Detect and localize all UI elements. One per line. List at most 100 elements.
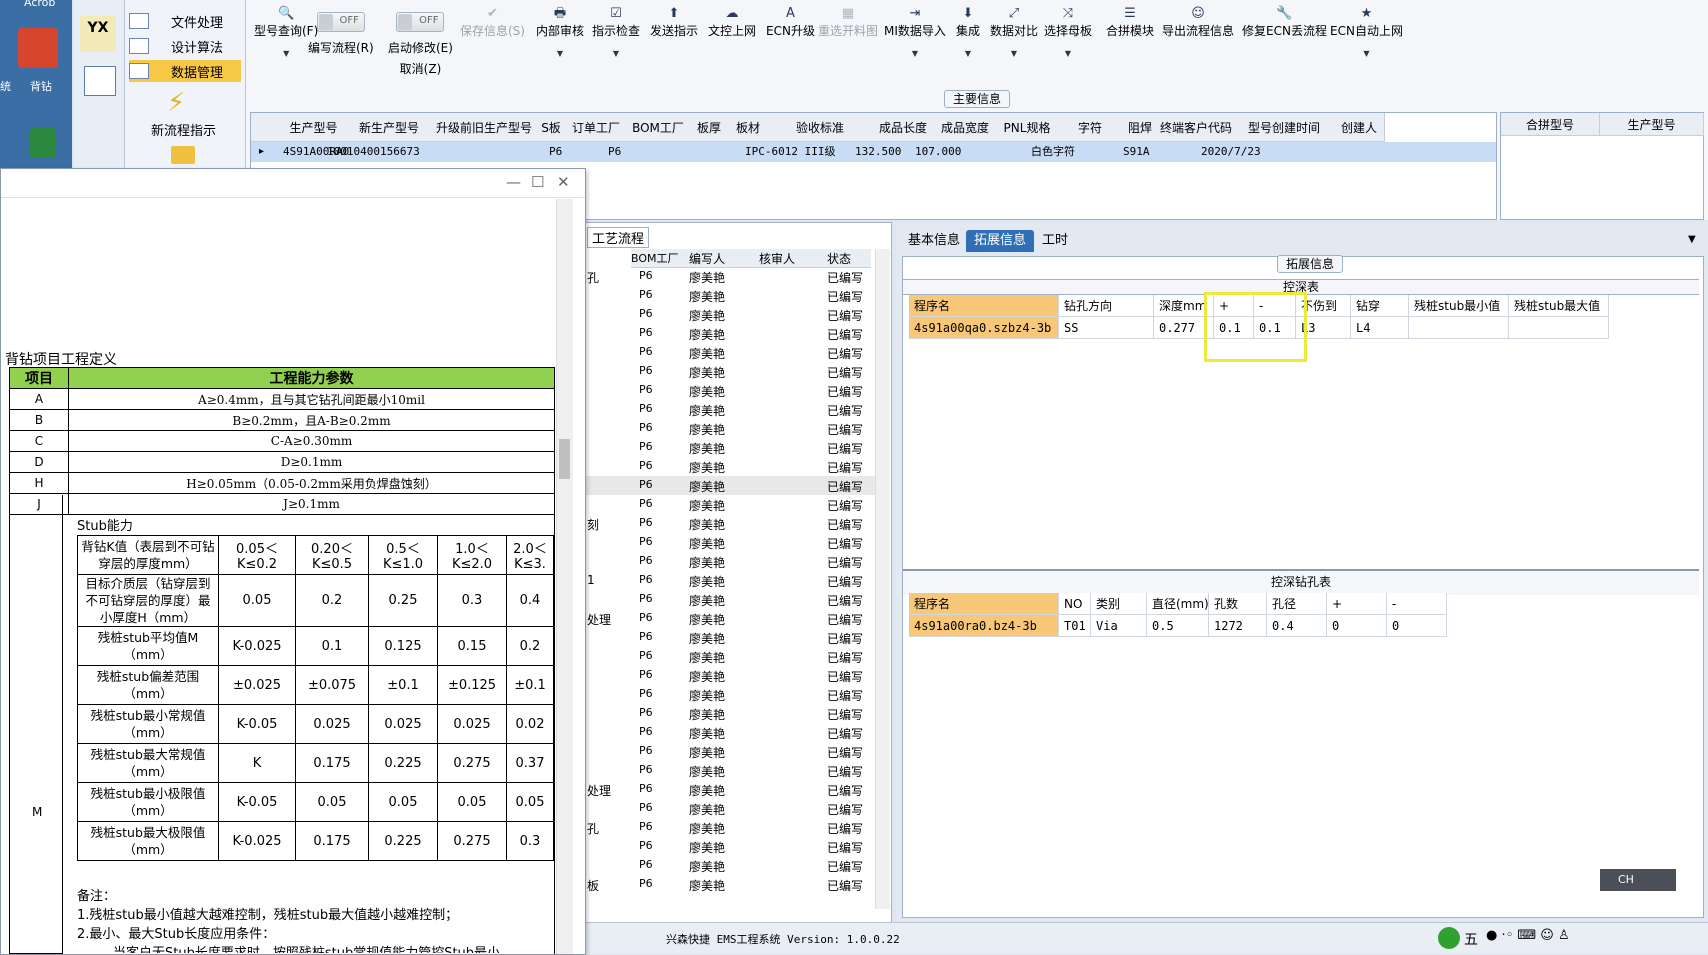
process-row[interactable]: P6 廖美艳 已编写 [585, 286, 875, 305]
process-row[interactable]: P6 廖美艳 已编写 [585, 400, 875, 419]
process-row[interactable]: P6 廖美艳 已编写 [585, 381, 875, 400]
toolbar-button[interactable]: A ECN升级 [766, 6, 815, 39]
column-header[interactable]: S板 [536, 113, 567, 142]
process-row[interactable]: P6 廖美艳 已编写 [585, 343, 875, 362]
process-row[interactable]: P6 廖美艳 已编写 [585, 305, 875, 324]
process-row[interactable]: P6 廖美艳 已编写 [585, 495, 875, 514]
table-cell[interactable]: 0.4 [1267, 615, 1327, 637]
column-header[interactable]: 新生产型号 [346, 113, 433, 142]
toolbar-button[interactable]: ⤨ 选择母板 ▼ [1044, 6, 1092, 58]
process-row[interactable]: 孔 P6 廖美艳 已编写 [585, 818, 875, 837]
process-row[interactable]: P6 廖美艳 已编写 [585, 799, 875, 818]
toolbar-button[interactable]: OFF 编写流程(R) [308, 6, 374, 56]
chevron-down-icon[interactable]: ▼ [1688, 234, 1696, 245]
column-header[interactable]: 板厚 [690, 113, 729, 142]
table-header[interactable]: + [1327, 593, 1387, 615]
column-header[interactable]: 成品长度 [872, 113, 935, 142]
column-header[interactable]: 升级前旧生产型号 [432, 113, 537, 142]
column-header[interactable]: 型号创建时间 [1234, 113, 1335, 142]
process-row[interactable]: P6 廖美艳 已编写 [585, 457, 875, 476]
toolbar-button[interactable]: ▦ 重选开料图 [818, 6, 878, 39]
toolbar-button[interactable]: ☑ 指示检查 ▼ [592, 6, 640, 58]
toolbar-button[interactable]: ★ ECN自动上网 ▼ [1330, 6, 1403, 58]
column-header[interactable]: 订单工厂 [566, 113, 627, 142]
column-header[interactable]: BOM工厂 [626, 113, 691, 142]
process-col-status[interactable]: 状态 [827, 250, 851, 267]
process-col-bom[interactable]: BOM工厂 [631, 250, 679, 266]
tray-ime-label[interactable]: 五 [1464, 929, 1478, 949]
process-col-writer[interactable]: 编写人 [689, 250, 725, 267]
table-header[interactable]: NO [1059, 593, 1091, 615]
toggle-switch[interactable]: OFF [316, 12, 365, 32]
process-row[interactable]: P6 廖美艳 已编写 [585, 419, 875, 438]
logo[interactable]: YX [80, 16, 116, 52]
nav-item-file[interactable]: 文件处理 [129, 10, 241, 32]
table-header[interactable]: 钻穿 [1351, 295, 1409, 317]
process-row[interactable]: P6 廖美艳 已编写 [585, 837, 875, 856]
process-col-reviewer[interactable]: 核审人 [759, 250, 795, 267]
process-row[interactable]: P6 廖美艳 已编写 [585, 438, 875, 457]
toolbar-button[interactable]: ☁ 文控上网 [708, 6, 756, 39]
process-row[interactable]: P6 廖美艳 已编写 [585, 533, 875, 552]
toggle-switch[interactable]: OFF [396, 12, 445, 32]
table-cell[interactable]: L4 [1351, 317, 1409, 339]
tab-hours[interactable]: 工时 [1034, 230, 1076, 252]
process-row[interactable]: 刻 P6 廖美艳 已编写 [585, 514, 875, 533]
process-row[interactable]: P6 廖美艳 已编写 [585, 666, 875, 685]
process-row[interactable]: P6 廖美艳 已编写 [585, 742, 875, 761]
selected-row[interactable]: ▸ 4S91A00RA0 10010400156673 P6 P6 IPC-6012 II… [251, 142, 1496, 162]
table-header[interactable]: 孔径 [1267, 593, 1327, 615]
process-row[interactable]: P6 廖美艳 已编写 [585, 761, 875, 780]
nav-item-data[interactable]: 数据管理 [129, 60, 241, 82]
table-header[interactable]: - [1387, 593, 1447, 615]
tab-extended[interactable]: 拓展信息 [966, 230, 1035, 252]
table-header[interactable]: 程序名 [909, 295, 1059, 317]
table-cell[interactable] [1509, 317, 1609, 339]
minimize-icon[interactable]: — [506, 173, 521, 191]
column-header[interactable]: PNL规格 [996, 113, 1059, 142]
toolbar-button[interactable]: OFF 启动修改(E) 取消(Z) [388, 6, 453, 77]
process-row[interactable]: 板 P6 廖美艳 已编写 [585, 875, 875, 894]
merge-header[interactable]: 生产型号 [1600, 113, 1704, 136]
process-row[interactable]: P6 廖美艳 已编写 [585, 590, 875, 609]
process-row[interactable]: P6 廖美艳 已编写 [585, 324, 875, 343]
process-row[interactable]: P6 廖美艳 已编写 [585, 856, 875, 875]
process-row[interactable]: P6 廖美艳 已编写 [585, 704, 875, 723]
toolbar-button[interactable]: ⬇ 集成 ▼ [956, 6, 980, 58]
desktop-app-icon[interactable] [18, 28, 58, 68]
process-row[interactable]: 处理 P6 廖美艳 已编写 [585, 780, 875, 799]
column-header[interactable]: 板材 [728, 113, 769, 142]
tray-app-icon[interactable] [1438, 927, 1460, 949]
maximize-icon[interactable]: ☐ [531, 173, 544, 191]
column-header[interactable]: 终端客户代码 [1158, 113, 1235, 142]
toolbar-button[interactable]: 🖶 内部审核 ▼ [536, 6, 584, 58]
table-header[interactable]: 程序名 [909, 593, 1059, 615]
column-header[interactable]: 创建人 [1334, 113, 1385, 142]
table-cell[interactable]: 0 [1327, 615, 1387, 637]
process-row[interactable]: P6 廖美艳 已编写 [585, 723, 875, 742]
close-icon[interactable]: ✕ [557, 173, 570, 191]
table-header[interactable]: 残桩stub最小值 [1409, 295, 1509, 317]
table-header[interactable]: 直径(mm) [1147, 593, 1209, 615]
column-header[interactable]: 验收标准 [768, 113, 873, 142]
table-cell[interactable]: 4s91a00ra0.bz4-3b [909, 615, 1059, 637]
process-row[interactable]: P6 廖美艳 已编写 [585, 476, 875, 495]
process-row[interactable]: P6 廖美艳 已编写 [585, 685, 875, 704]
table-cell[interactable] [1409, 317, 1509, 339]
document-scrollbar[interactable] [556, 199, 573, 954]
table-header[interactable]: 类别 [1091, 593, 1147, 615]
process-row[interactable]: P6 廖美艳 已编写 [585, 647, 875, 666]
column-header[interactable]: 成品宽度 [934, 113, 997, 142]
table-cell[interactable]: SS [1059, 317, 1154, 339]
scroll-thumb[interactable] [559, 439, 570, 479]
column-header[interactable]: 字符 [1058, 113, 1123, 142]
process-row[interactable]: 孔 P6 廖美艳 已编写 [585, 267, 875, 286]
process-row[interactable]: P6 廖美艳 已编写 [585, 362, 875, 381]
table-cell[interactable]: 0.5 [1147, 615, 1209, 637]
toolbar-button[interactable]: ⇥ MI数据导入 ▼ [884, 6, 946, 58]
table-cell[interactable]: 0 [1387, 615, 1447, 637]
column-header[interactable]: 生产型号 [281, 113, 347, 142]
calculator-icon[interactable] [84, 66, 116, 96]
ime-toolbar[interactable]: CH [1600, 869, 1676, 891]
table-cell[interactable]: 1272 [1209, 615, 1267, 637]
